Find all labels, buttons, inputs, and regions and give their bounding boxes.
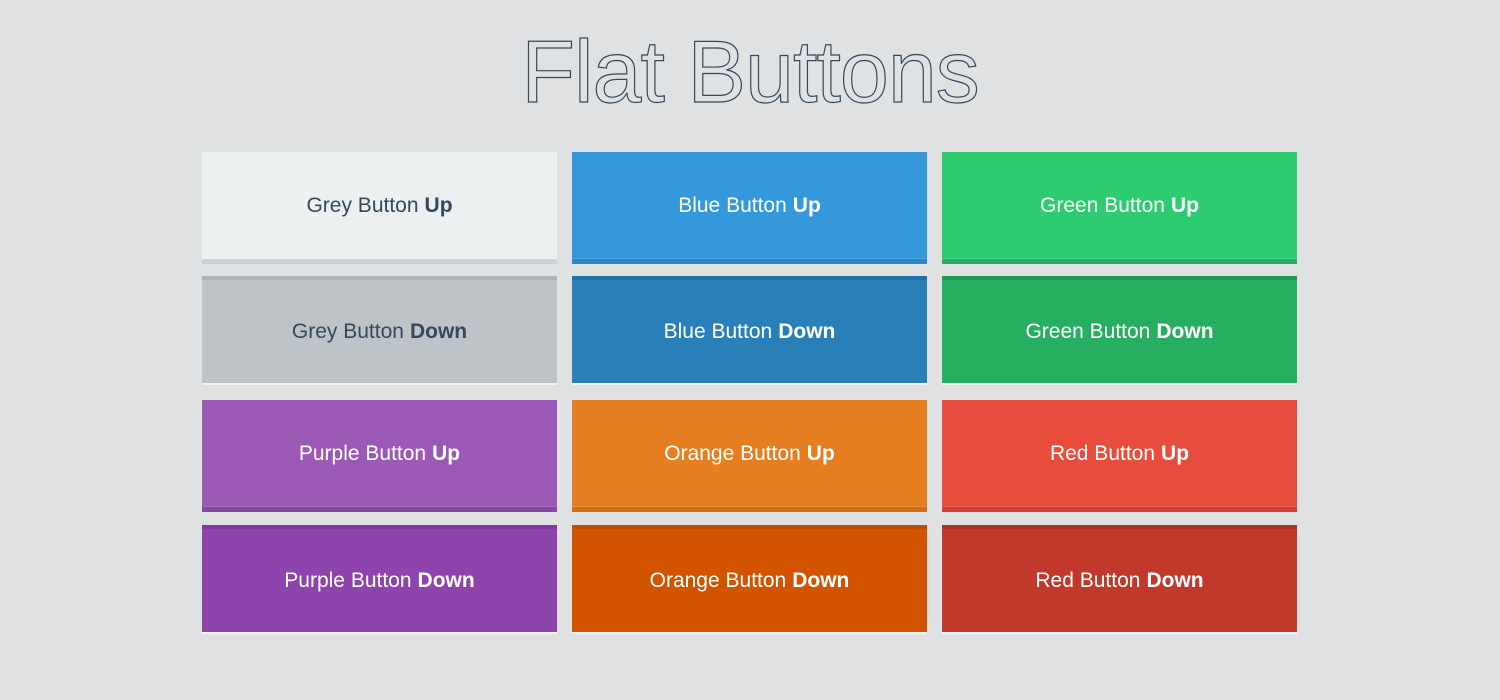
- button-label: Purple Button: [284, 568, 412, 592]
- button-state: Down: [1146, 568, 1204, 592]
- button-state: Up: [806, 441, 835, 465]
- purple-button-up[interactable]: Purple Button Up: [202, 400, 557, 512]
- button-state: Up: [432, 441, 461, 465]
- button-label: Purple Button: [298, 441, 427, 465]
- button-state: Down: [778, 319, 836, 343]
- button-state: Up: [792, 193, 821, 217]
- red-button-up[interactable]: Red Button Up: [942, 400, 1297, 512]
- purple-button-down[interactable]: Purple Button Down: [202, 525, 557, 634]
- page-title-container: Flat Buttons: [0, 22, 1500, 122]
- button-state: Down: [409, 319, 468, 343]
- page-title: Flat Buttons: [521, 22, 979, 121]
- button-label: Grey Button: [306, 193, 419, 217]
- blue-button-down[interactable]: Blue Button Down: [572, 276, 927, 385]
- button-label: Blue Button: [678, 193, 787, 217]
- orange-button-down[interactable]: Orange Button Down: [572, 525, 927, 634]
- button-label: Grey Button: [291, 319, 404, 343]
- button-label: Green Button: [1025, 319, 1151, 343]
- button-label: Blue Button: [663, 319, 773, 343]
- button-state: Up: [1170, 193, 1199, 217]
- button-label: Green Button: [1040, 193, 1165, 217]
- button-label: Orange Button: [664, 441, 801, 465]
- grey-button-up[interactable]: Grey Button Up: [202, 152, 557, 264]
- button-state: Down: [792, 568, 850, 592]
- button-label: Red Button: [1049, 441, 1156, 465]
- blue-button-up[interactable]: Blue Button Up: [572, 152, 927, 264]
- orange-button-up[interactable]: Orange Button Up: [572, 400, 927, 512]
- grey-button-down[interactable]: Grey Button Down: [202, 276, 557, 385]
- green-button-up[interactable]: Green Button Up: [942, 152, 1297, 264]
- button-state: Down: [1156, 319, 1214, 343]
- button-state: Up: [424, 193, 453, 217]
- green-button-down[interactable]: Green Button Down: [942, 276, 1297, 385]
- red-button-down[interactable]: Red Button Down: [942, 525, 1297, 634]
- button-state: Down: [417, 568, 475, 592]
- page-title-graphic: Flat Buttons: [521, 22, 981, 122]
- button-label: Orange Button: [649, 568, 787, 592]
- button-state: Up: [1161, 441, 1190, 465]
- button-label: Red Button: [1035, 568, 1141, 592]
